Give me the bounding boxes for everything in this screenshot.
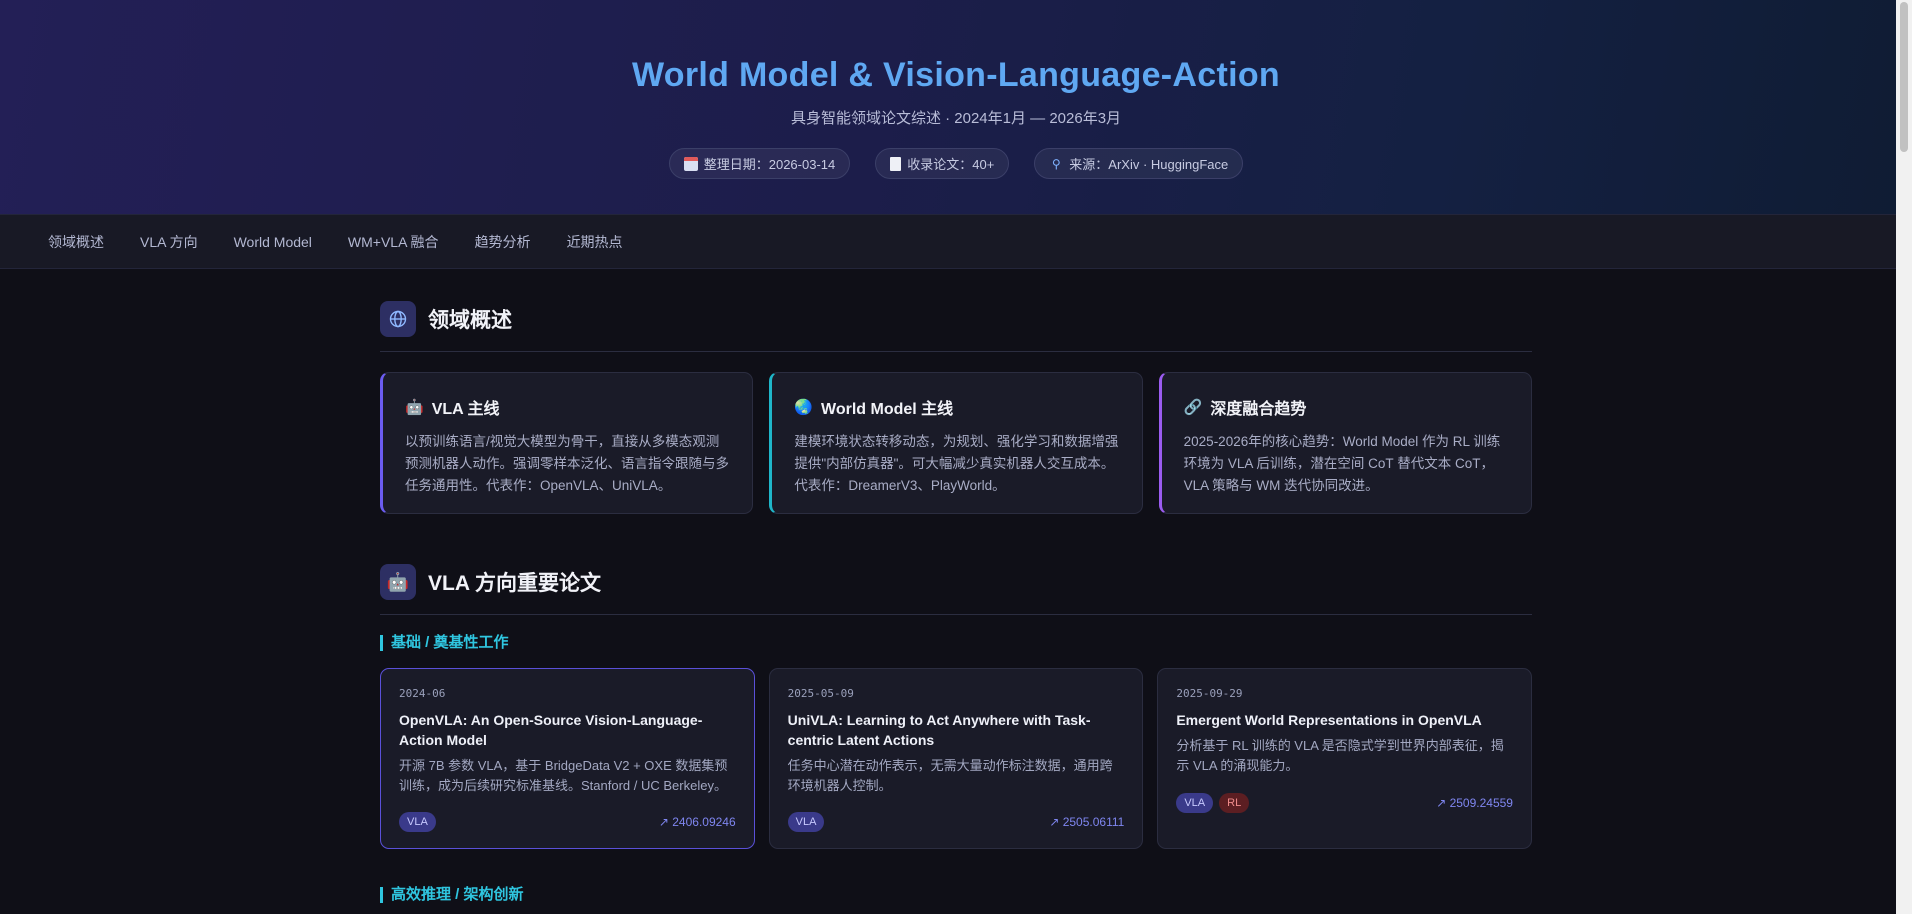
overview-card-title: 🤖 VLA 主线 [405,395,730,419]
paper-title: Emergent World Representations in OpenVL… [1176,712,1482,728]
date-badge-text: 整理日期：2026-03-14 [703,157,836,172]
paper-footer: VLA ↗ 2505.06111 [787,812,1124,832]
document-icon [890,156,902,171]
paper-card[interactable]: 2025-05-09 UniVLA: Learning to Act Anywh… [768,668,1144,849]
overview-card-world-model: 🌏 World Model 主线 建模环境状态转移动态，为规划、强化学习和数据增… [769,372,1143,514]
overview-title: 领域概述 [428,309,512,332]
overview-card-title-text: 深度融合趋势 [1210,401,1307,418]
paper-date: 2025-05-09 [787,687,854,700]
top-nav: 领域概述 VLA 方向 World Model WM+VLA 融合 趋势分析 近… [0,215,1912,269]
main-content: 领域概述 🤖 VLA 主线 以预训练语言/视觉大模型为骨干，直接从多模态观测预测… [380,269,1532,903]
paper-count-badge-text: 收录论文：40+ [907,157,995,172]
overview-cards: 🤖 VLA 主线 以预训练语言/视觉大模型为骨干，直接从多模态观测预测机器人动作… [380,372,1532,514]
paper-card[interactable]: 2025-09-29 Emergent World Representation… [1157,668,1532,849]
vla-subsection-efficient: 高效推理 / 架构创新 [380,887,1532,903]
overview-card-title: 🌏 World Model 主线 [794,395,1119,419]
scrollbar-thumb[interactable] [1900,2,1908,152]
tag-vla: VLA [1176,793,1214,813]
earth-icon: 🌏 [794,399,814,416]
overview-card-desc: 以预训练语言/视觉大模型为骨干，直接从多模态观测预测机器人动作。强调零样本泛化、… [405,434,729,493]
overview-header: 领域概述 [380,301,1532,352]
tag-vla: VLA [399,812,436,832]
overview-card-title-text: VLA 主线 [431,401,500,418]
overview-card-vla: 🤖 VLA 主线 以预训练语言/视觉大模型为骨干，直接从多模态观测预测机器人动作… [380,372,754,514]
paper-list: 2024-06 OpenVLA: An Open-Source Vision-L… [380,668,1532,849]
source-badge: ⚲ 来源：ArXiv · HuggingFace [1034,148,1244,179]
paper-date: 2024-06 [399,687,446,700]
page: World Model & Vision-Language-Action 具身智… [0,0,1912,914]
vla-header: 🤖 VLA 方向重要论文 [380,564,1532,615]
overview-card-title-text: World Model 主线 [821,401,954,418]
paper-tags: VLA [399,812,436,832]
paper-tags: VLA RL [1176,793,1250,813]
paper-title: UniVLA: Learning to Act Anywhere with Ta… [787,712,1091,748]
overview-card-title: 🔗 深度融合趋势 [1184,395,1509,419]
paper-date: 2025-09-29 [1176,687,1243,700]
source-badge-text: 来源：ArXiv · HuggingFace [1069,157,1229,172]
paper-desc: 分析基于 RL 训练的 VLA 是否隐式学到世界内部表征，揭示 VLA 的涌现能… [1176,738,1504,773]
nav-item-vla[interactable]: VLA 方向 [140,232,198,252]
vla-section: 🤖 VLA 方向重要论文 基础 / 奠基性工作 2024-06 OpenVLA:… [380,564,1532,903]
arxiv-link[interactable]: ↗ 2406.09246 [659,815,736,829]
paper-title: OpenVLA: An Open-Source Vision-Language-… [399,712,703,748]
calendar-icon [683,156,698,171]
page-subtitle: 具身智能领域论文综述 · 2024年1月 — 2026年3月 [790,110,1122,127]
paper-desc: 开源 7B 参数 VLA，基于 BridgeData V2 + OXE 数据集预… [399,758,728,793]
nav-item-trends[interactable]: 趋势分析 [475,232,531,252]
hero-header: World Model & Vision-Language-Action 具身智… [0,0,1912,215]
date-badge: 整理日期：2026-03-14 [668,148,851,179]
paper-card[interactable]: 2024-06 OpenVLA: An Open-Source Vision-L… [380,668,755,849]
vertical-scrollbar[interactable] [1896,0,1912,914]
nav-item-overview[interactable]: 领域概述 [48,232,104,252]
overview-card-desc: 2025-2026年的核心趋势：World Model 作为 RL 训练环境为 … [1183,434,1501,493]
arxiv-link[interactable]: ↗ 2505.06111 [1049,815,1124,829]
page-title: World Model & Vision-Language-Action [632,56,1280,94]
nav-item-hot-topics[interactable]: 近期热点 [567,232,623,252]
paper-tags: VLA [787,812,825,832]
overview-section: 领域概述 🤖 VLA 主线 以预训练语言/视觉大模型为骨干，直接从多模态观测预测… [380,301,1532,514]
robot-icon: 🤖 [380,564,416,600]
arxiv-link[interactable]: ↗ 2509.24559 [1436,796,1513,810]
vla-subsection-foundation: 基础 / 奠基性工作 [380,635,1532,651]
globe-icon [380,301,416,337]
robot-icon: 🤖 [405,399,424,416]
tag-rl: RL [1219,793,1250,813]
nav-item-wm-vla-fusion[interactable]: WM+VLA 融合 [348,232,439,252]
nav-item-world-model[interactable]: World Model [234,234,312,250]
magnifier-icon: ⚲ [1051,156,1061,171]
meta-badges: 整理日期：2026-03-14 收录论文：40+ ⚲ 来源：ArXiv · Hu… [0,148,1912,179]
paper-desc: 任务中心潜在动作表示，无需大量动作标注数据，通用跨环境机器人控制。 [787,758,1113,793]
link-icon: 🔗 [1183,399,1203,416]
overview-card-desc: 建模环境状态转移动态，为规划、强化学习和数据增强提供"内部仿真器"。可大幅减少真… [794,434,1119,493]
paper-footer: VLA ↗ 2406.09246 [399,812,736,832]
tag-vla: VLA [787,812,825,832]
overview-card-fusion: 🔗 深度融合趋势 2025-2026年的核心趋势：World Model 作为 … [1158,372,1532,514]
paper-footer: VLA RL ↗ 2509.24559 [1176,793,1513,813]
vla-title: VLA 方向重要论文 [428,572,602,595]
paper-count-badge: 收录论文：40+ [875,148,1010,179]
